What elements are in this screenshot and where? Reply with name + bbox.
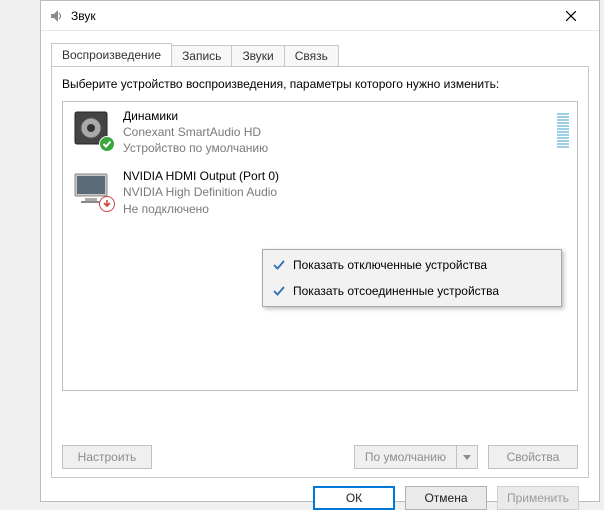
context-menu: Показать отключенные устройства Показать… bbox=[262, 249, 562, 307]
tab-sounds[interactable]: Звуки bbox=[231, 45, 284, 68]
tab-recording[interactable]: Запись bbox=[171, 45, 232, 68]
dialog-button-row: ОК Отмена Применить bbox=[51, 478, 589, 510]
set-default-dropdown[interactable] bbox=[456, 445, 478, 469]
device-list[interactable]: Динамики Conexant SmartAudio HD Устройст… bbox=[62, 101, 578, 391]
device-name: NVIDIA HDMI Output (Port 0) bbox=[123, 168, 569, 184]
device-subtitle: NVIDIA High Definition Audio bbox=[123, 184, 569, 200]
speakers-icon bbox=[71, 108, 111, 148]
set-default-button[interactable]: По умолчанию bbox=[354, 445, 456, 469]
configure-button[interactable]: Настроить bbox=[62, 445, 152, 469]
tab-playback[interactable]: Воспроизведение bbox=[51, 43, 172, 66]
tabstrip: Воспроизведение Запись Звуки Связь bbox=[51, 43, 589, 66]
close-button[interactable] bbox=[551, 2, 591, 30]
unplugged-arrow-icon bbox=[99, 196, 115, 212]
window-title: Звук bbox=[71, 9, 551, 23]
menu-show-disabled[interactable]: Показать отключенные устройства bbox=[265, 252, 559, 278]
properties-button[interactable]: Свойства bbox=[488, 445, 578, 469]
device-name: Динамики bbox=[123, 108, 545, 124]
monitor-icon bbox=[71, 168, 111, 208]
device-subtitle: Conexant SmartAudio HD bbox=[123, 124, 545, 140]
panel-button-row: Настроить По умолчанию Свойства bbox=[62, 445, 578, 469]
titlebar: Звук bbox=[41, 1, 599, 31]
device-item-hdmi[interactable]: NVIDIA HDMI Output (Port 0) NVIDIA High … bbox=[63, 162, 577, 223]
instruction-text: Выберите устройство воспроизведения, пар… bbox=[62, 77, 578, 93]
set-default-split: По умолчанию bbox=[354, 445, 478, 469]
device-info: Динамики Conexant SmartAudio HD Устройст… bbox=[123, 108, 545, 157]
ok-button[interactable]: ОК bbox=[313, 486, 395, 510]
level-meter bbox=[557, 108, 569, 148]
menu-show-disconnected[interactable]: Показать отсоединенные устройства bbox=[265, 278, 559, 304]
tab-communications[interactable]: Связь bbox=[284, 45, 339, 68]
device-item-speakers[interactable]: Динамики Conexant SmartAudio HD Устройст… bbox=[63, 102, 577, 163]
check-icon bbox=[271, 283, 287, 299]
device-status: Не подключено bbox=[123, 201, 569, 217]
menu-item-label: Показать отсоединенные устройства bbox=[293, 284, 499, 298]
cancel-button[interactable]: Отмена bbox=[405, 486, 487, 510]
default-check-icon bbox=[99, 136, 115, 152]
device-info: NVIDIA HDMI Output (Port 0) NVIDIA High … bbox=[123, 168, 569, 217]
check-icon bbox=[271, 257, 287, 273]
apply-button[interactable]: Применить bbox=[497, 486, 579, 510]
menu-item-label: Показать отключенные устройства bbox=[293, 258, 487, 272]
sound-icon bbox=[49, 8, 65, 24]
device-status: Устройство по умолчанию bbox=[123, 140, 545, 156]
